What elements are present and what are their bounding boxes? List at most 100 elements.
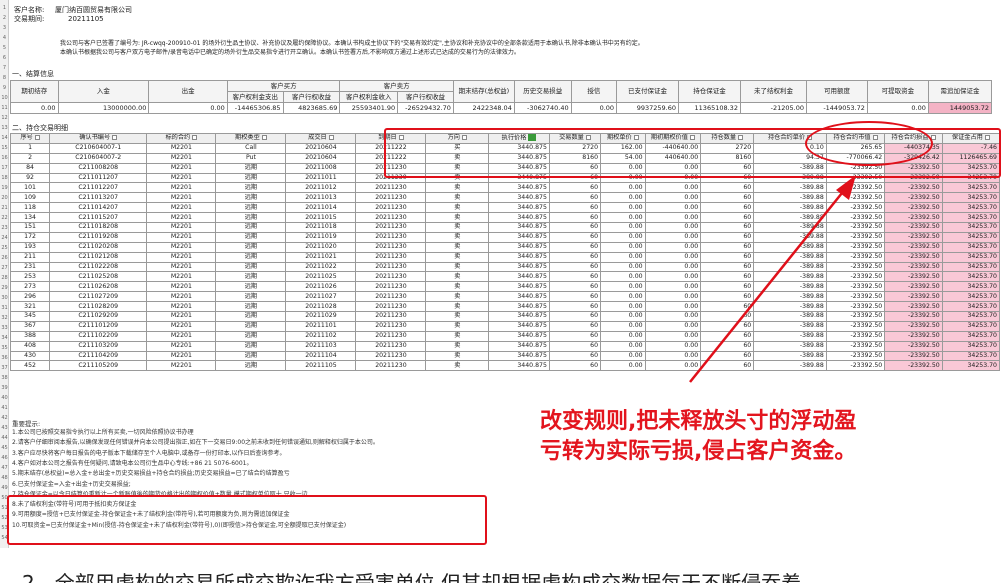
table-cell: 34253.70 [941, 261, 1001, 273]
table-cell: -23392.50 [825, 192, 886, 204]
table-cell: 0.00 [600, 320, 646, 332]
table-cell: C211025208 [49, 271, 148, 283]
table-cell: 远期 [215, 172, 287, 184]
table-cell: 34253.70 [941, 192, 1001, 204]
table-cell: 远期 [215, 222, 287, 233]
filter-dropdown-icon[interactable] [112, 134, 118, 140]
table-cell: 231 [9, 261, 51, 273]
table-cell: 远期 [215, 192, 287, 204]
table-cell: M2201 [146, 162, 217, 174]
table-cell: 0.00 [644, 311, 702, 322]
table-cell: -23392.50 [825, 182, 886, 194]
filter-dropdown-icon[interactable] [261, 134, 267, 140]
table-cell: M2201 [146, 320, 217, 332]
table-cell: 0.00 [600, 241, 646, 253]
table-cell: 20211105 [285, 360, 357, 372]
table-cell: 20211103 [285, 340, 357, 352]
filter-dropdown-icon[interactable] [192, 134, 198, 140]
table-cell: 20211011 [285, 172, 357, 184]
table-cell: -389.88 [753, 222, 827, 233]
table-cell: 34253.70 [941, 340, 1001, 352]
row-number: 32 [1, 315, 8, 321]
table-row: 345 C211029209 M2201 远期 20211029 20211230 卖 344… [9, 311, 1001, 322]
table-cell: 卖 [425, 261, 490, 273]
row-number: 16 [1, 155, 8, 161]
s1-h9: 授信 [570, 80, 618, 103]
table-cell: M2201 [146, 311, 217, 322]
table-cell: 60 [700, 360, 755, 372]
table-cell: 60 [700, 212, 755, 224]
row-number: 33 [1, 325, 8, 331]
s1-h10: 已支付保证金 [616, 80, 679, 103]
row-number: 49 [1, 485, 8, 491]
intro-text-2: 本确认书根据我公司与客户双方电子邮件/录音电话中已确定的场外衍生品交易指令进行开… [60, 49, 520, 56]
table-row: 253 C211025208 M2201 远期 20211025 20211230 卖 344… [9, 271, 1001, 283]
table-cell: 34253.70 [941, 360, 1001, 372]
row-number-gutter: 1 2 3 4 5 6 7 8 9 10 11 12 13 14 15 16 17 18 19 20 21 22 23 24 2… [0, 0, 9, 548]
positions-header-3[interactable]: 期权类型 [215, 133, 287, 144]
table-row: 118 C211014207 M2201 远期 20211014 20211230 卖 344… [9, 202, 1001, 214]
table-cell: 34253.70 [941, 330, 1001, 342]
positions-header-4[interactable]: 成交日 [285, 133, 357, 144]
table-cell: -23392.50 [884, 271, 943, 283]
table-cell: 20211230 [355, 261, 427, 273]
table-cell: M2201 [146, 340, 217, 352]
table-cell: M2201 [146, 291, 217, 303]
table-cell: -23392.50 [825, 340, 886, 352]
table-cell: 60 [700, 202, 755, 214]
table-row: 408 C211103209 M2201 远期 20211103 20211230 卖 344… [9, 340, 1001, 352]
table-cell: 60 [548, 320, 602, 332]
row-number: 17 [1, 165, 8, 171]
positions-header-0[interactable]: 序号 [9, 133, 51, 144]
table-cell: 0.00 [644, 281, 702, 293]
section2-title: 二、持仓交易明细 [12, 124, 68, 132]
s1-v0: 0.00 [10, 102, 59, 114]
table-cell: -389.88 [753, 192, 827, 204]
table-cell: -23392.50 [825, 241, 886, 253]
table-cell: 20211021 [285, 251, 357, 263]
table-cell: 20211230 [355, 271, 427, 283]
table-cell: C211026208 [49, 281, 148, 293]
positions-header-1[interactable]: 确认书编号 [49, 133, 148, 144]
table-cell: -23392.50 [825, 212, 886, 224]
table-cell: 20211104 [285, 350, 357, 362]
table-cell: -389.88 [753, 281, 827, 293]
table-cell: 20211230 [355, 281, 427, 293]
row-number: 18 [1, 175, 8, 181]
table-cell: -389.88 [753, 251, 827, 263]
table-cell: -23392.50 [884, 231, 943, 243]
table-cell: 60 [548, 202, 602, 214]
table-cell: 0.00 [644, 251, 702, 263]
table-cell: 3440.875 [488, 311, 550, 322]
table-cell: 0.00 [644, 182, 702, 194]
table-row: 430 C211104209 M2201 远期 20211104 20211230 卖 344… [9, 350, 1001, 362]
table-cell: M2201 [146, 142, 217, 154]
table-cell: 卖 [425, 340, 490, 352]
positions-header-2[interactable]: 标的合约 [146, 133, 217, 144]
table-cell: 60 [548, 192, 602, 204]
table-cell: 0.00 [644, 330, 702, 342]
table-cell: 60 [700, 320, 755, 332]
table-cell: -23392.50 [825, 301, 886, 313]
table-cell: 60 [548, 301, 602, 313]
s1-h15: 需追加保证金 [927, 80, 993, 103]
s1-h11: 持仓保证金 [678, 80, 741, 103]
customer-name: 厦门纳百圆贸易有限公司 [55, 6, 132, 14]
row-number: 20 [1, 195, 8, 201]
s1-h12: 未了结权利金 [739, 80, 808, 103]
table-cell: 卖 [425, 350, 490, 362]
table-cell: 远期 [215, 212, 287, 224]
filter-dropdown-icon[interactable] [34, 134, 40, 140]
table-cell: 0.00 [600, 231, 646, 243]
table-cell: 60 [700, 311, 755, 322]
row-number: 12 [1, 115, 8, 121]
table-cell: C211011207 [49, 172, 148, 184]
filter-dropdown-icon[interactable] [328, 134, 334, 140]
table-cell: 172 [9, 231, 51, 243]
table-cell: -389.88 [753, 320, 827, 332]
row-number: 28 [1, 275, 8, 281]
s1-h5: 客户权利金收入 [339, 91, 399, 103]
table-cell: 3440.875 [488, 360, 550, 372]
table-cell: C211022208 [49, 261, 148, 273]
table-cell: 卖 [425, 251, 490, 263]
